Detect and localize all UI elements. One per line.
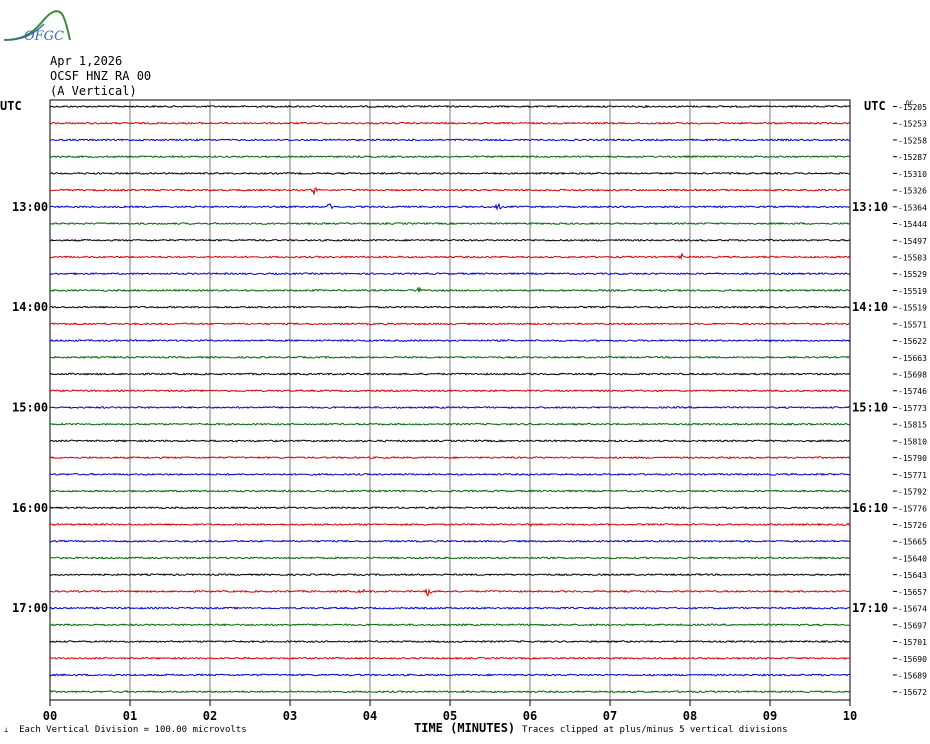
dc-offset-label: -15815	[898, 421, 927, 430]
seismogram-plot: 00 01 02 03 04 05 06 07 08 09 10-15205-15253-15258…	[0, 99, 927, 723]
dc-offset-label: -15689	[898, 671, 927, 680]
right-time-label: 15:10	[852, 400, 888, 414]
x-tick-label: 08	[683, 709, 697, 723]
dc-offset-label: -15776	[898, 504, 927, 513]
dc-offset-label: -15326	[898, 187, 927, 196]
dc-offset-label: -15790	[898, 454, 927, 463]
dc-offset-label: -15519	[898, 304, 927, 313]
x-tick-label: 06	[523, 709, 537, 723]
x-tick-label: 07	[603, 709, 617, 723]
dc-offset-label: -15519	[898, 287, 927, 296]
right-time-label: 13:10	[852, 200, 888, 214]
right-time-label: 16:10	[852, 501, 888, 515]
dc-offset-label: -15444	[898, 220, 927, 229]
dc-offset-label: -15663	[898, 354, 927, 363]
utc-right-label: UTC	[864, 99, 886, 113]
dc-offset-label: -15810	[898, 437, 927, 446]
right-time-label: 17:10	[852, 601, 888, 615]
dc-label: DC	[906, 100, 914, 107]
dc-offset-label: -15657	[898, 588, 927, 597]
x-tick-label: 09	[763, 709, 777, 723]
dc-offset-label: -15571	[898, 320, 927, 329]
dc-offset-label: -15792	[898, 488, 927, 497]
left-time-label: 17:00	[12, 601, 48, 615]
dc-offset-label: -15697	[898, 621, 927, 630]
dc-offset-label: -15253	[898, 120, 927, 129]
dc-offset-label: -15674	[898, 605, 927, 614]
x-tick-label: 01	[123, 709, 137, 723]
dc-offset-label: -15643	[898, 571, 927, 580]
x-tick-label: 10	[843, 709, 857, 723]
dc-offset-label: -15771	[898, 471, 927, 480]
dc-offset-label: -15503	[898, 253, 927, 262]
dc-offset-label: -15746	[898, 387, 927, 396]
labels: 00 01 02 03 04 05 06 07 08 09 10-15205-15253-15258…	[0, 99, 927, 723]
dc-offset-label: -15726	[898, 521, 927, 530]
x-axis-title: TIME (MINUTES)	[414, 721, 516, 735]
clip-note: Traces clipped at plus/minus 5 vertical …	[522, 725, 788, 735]
dc-offset-label: -15622	[898, 337, 927, 346]
dc-offset-label: -15287	[898, 153, 927, 162]
scale-text: Each Vertical Division = 100.00 microvol…	[19, 725, 247, 735]
scale-note: ⟂ Each Vertical Division = 100.00 microv…	[4, 725, 247, 735]
dc-offset-label: -15310	[898, 170, 927, 179]
dc-offset-label: -15640	[898, 554, 927, 563]
x-tick-label: 04	[363, 709, 377, 723]
dc-offset-label: -15672	[898, 688, 927, 697]
x-tick-label: 02	[203, 709, 217, 723]
dc-offset-label: -15701	[898, 638, 927, 647]
dc-offset-label: -15665	[898, 538, 927, 547]
dc-offset-label: -15258	[898, 136, 927, 145]
dc-offset-label: -15529	[898, 270, 927, 279]
left-time-label: 13:00	[12, 200, 48, 214]
right-time-label: 14:10	[852, 300, 888, 314]
dc-offset-label: -15773	[898, 404, 927, 413]
left-time-label: 14:00	[12, 300, 48, 314]
left-time-label: 16:00	[12, 501, 48, 515]
dc-offset-label: -15364	[898, 203, 927, 212]
dc-offset-label: -15690	[898, 655, 927, 664]
x-tick-label: 00	[43, 709, 57, 723]
x-tick-label: 03	[283, 709, 297, 723]
left-time-label: 15:00	[12, 400, 48, 414]
dc-offset-label: -15497	[898, 237, 927, 246]
utc-left-label: UTC	[0, 99, 22, 113]
dc-offset-label: -15698	[898, 371, 927, 380]
